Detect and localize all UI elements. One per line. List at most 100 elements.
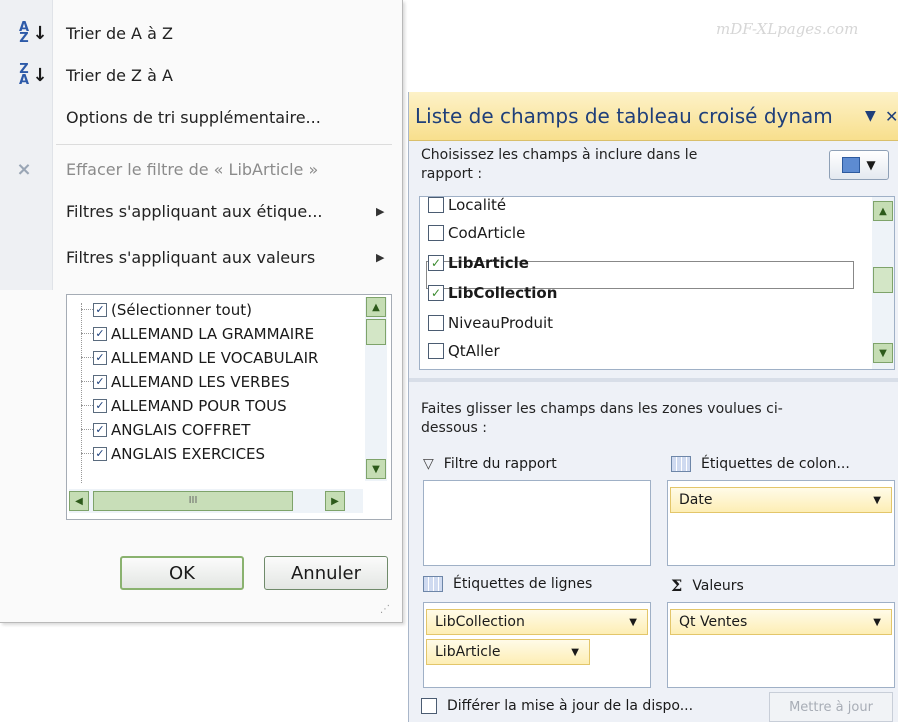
filter-item[interactable]: ✓ ANGLAIS EXERCICES [93, 443, 265, 465]
field-item-libarticle[interactable]: ✓ LibArticle [428, 249, 529, 277]
menu-item-label-filters[interactable]: Filtres s'appliquant aux étique... ▶ [0, 194, 400, 228]
pane-title-bar[interactable]: Liste de champs de tableau croisé dynam … [409, 92, 898, 141]
filter-item[interactable]: ✓ ALLEMAND POUR TOUS [93, 395, 287, 417]
filter-item-select-all[interactable]: ✓ (Sélectionner tout) [93, 299, 252, 321]
field-label: CodArticle [448, 224, 526, 242]
horizontal-scrollbar[interactable]: ◀ III ▶ [69, 489, 363, 513]
vertical-scrollbar[interactable]: ▲ ▼ [872, 197, 894, 369]
zone-field-qt-ventes[interactable]: Qt Ventes ▼ [670, 609, 892, 635]
values-zone[interactable]: Qt Ventes ▼ [667, 602, 895, 688]
checkbox-checked[interactable]: ✓ [93, 399, 107, 413]
columns-zone-header: Étiquettes de colon... [671, 456, 850, 472]
filter-value-list: ✓ (Sélectionner tout) ✓ ALLEMAND LA GRAMMA… [66, 294, 392, 520]
menu-item-clear-filter: ⨯ Effacer le filtre de « LibArticle » [0, 152, 400, 186]
menu-item-label: Options de tri supplémentaire... [66, 107, 321, 127]
filter-item[interactable]: ✓ ALLEMAND LE VOCABULAIR [93, 347, 318, 369]
zone-field-libcollection[interactable]: LibCollection ▼ [426, 609, 648, 635]
menu-item-sort-za[interactable]: ZA ↓ Trier de Z à A [0, 58, 400, 92]
filter-item[interactable]: ✓ ALLEMAND LA GRAMMAIRE [93, 323, 314, 345]
zone-field-label: Qt Ventes [679, 614, 748, 630]
field-label: NiveauProduit [448, 314, 554, 332]
filter-zone-header: ▽ Filtre du rapport [423, 456, 557, 472]
scroll-up-icon[interactable]: ▲ [366, 297, 386, 317]
pane-options-dropdown-icon[interactable]: ▼ [865, 108, 876, 124]
chevron-down-icon[interactable]: ▼ [629, 617, 637, 628]
defer-update-label: Différer la mise à jour de la dispo... [447, 698, 694, 714]
checkbox-checked[interactable]: ✓ [93, 423, 107, 437]
checkbox-checked[interactable]: ✓ [93, 447, 107, 461]
chevron-down-icon[interactable]: ▼ [873, 495, 881, 506]
zone-label: Étiquettes de colon... [701, 456, 850, 472]
values-zone-header: Σ Valeurs [671, 576, 744, 595]
scroll-left-icon[interactable]: ◀ [69, 491, 89, 511]
report-filter-zone[interactable] [423, 480, 651, 566]
sort-arrow-icon: ↓ [32, 22, 48, 44]
zone-field-date[interactable]: Date ▼ [670, 487, 892, 513]
scroll-thumb[interactable]: III [93, 491, 293, 511]
pane-splitter[interactable] [409, 378, 898, 382]
menu-separator [56, 144, 392, 145]
checkbox[interactable] [421, 698, 437, 714]
zone-field-label: Date [679, 492, 713, 508]
field-layout-button[interactable]: ▼ [829, 150, 889, 180]
field-label: LibCollection [448, 284, 558, 302]
sigma-icon: Σ [671, 576, 683, 595]
menu-item-label: Filtres s'appliquant aux étique... [66, 201, 323, 221]
checkbox[interactable] [428, 315, 444, 331]
checkbox-checked[interactable]: ✓ [93, 351, 107, 365]
tree-branch [81, 357, 93, 359]
scroll-right-icon[interactable]: ▶ [325, 491, 345, 511]
field-item-libcollection[interactable]: ✓ LibCollection [428, 279, 557, 307]
tree-branch [81, 309, 93, 311]
column-labels-zone[interactable]: Date ▼ [667, 480, 895, 566]
checkbox-checked[interactable]: ✓ [93, 327, 107, 341]
menu-item-sort-az[interactable]: AZ ↓ Trier de A à Z [0, 16, 400, 50]
defer-update-option[interactable]: Différer la mise à jour de la dispo... [421, 698, 693, 714]
chevron-down-icon[interactable]: ▼ [873, 617, 881, 628]
checkbox[interactable] [428, 225, 444, 241]
tree-branch [81, 405, 93, 407]
chevron-down-icon[interactable]: ▼ [571, 647, 579, 658]
zone-field-libarticle[interactable]: LibArticle ▼ [426, 639, 590, 665]
field-item-qtaller[interactable]: QtAller [428, 337, 500, 365]
scroll-down-icon[interactable]: ▼ [873, 343, 893, 363]
checkbox-checked[interactable]: ✓ [428, 255, 444, 271]
menu-item-label: Trier de Z à A [66, 65, 173, 85]
filter-item-label: ALLEMAND LES VERBES [111, 373, 290, 391]
field-item-localite[interactable]: Localité [428, 196, 507, 219]
field-label: Localité [448, 196, 507, 214]
vertical-scrollbar[interactable]: ▲ ▼ [365, 297, 387, 481]
menu-item-label: Trier de A à Z [66, 23, 173, 43]
ok-button[interactable]: OK [120, 556, 244, 590]
update-button: Mettre à jour [769, 692, 893, 722]
filter-item[interactable]: ✓ ALLEMAND LES VERBES [93, 371, 290, 393]
clear-filter-icon: ⨯ [16, 158, 32, 180]
checkbox[interactable] [428, 343, 444, 359]
menu-item-label: Filtres s'appliquant aux valeurs [66, 247, 316, 267]
filter-item-label: ALLEMAND POUR TOUS [111, 397, 287, 415]
scroll-thumb[interactable] [366, 319, 386, 345]
close-icon[interactable]: ✕ [885, 107, 898, 126]
checkbox-checked[interactable]: ✓ [428, 285, 444, 301]
filter-item[interactable]: ✓ ANGLAIS COFFRET [93, 419, 250, 441]
field-item-codarticle[interactable]: CodArticle [428, 219, 525, 247]
scroll-up-icon[interactable]: ▲ [873, 201, 893, 221]
row-labels-icon [423, 576, 443, 592]
filter-item-label: ALLEMAND LE VOCABULAIR [111, 349, 319, 367]
checkbox-checked[interactable]: ✓ [93, 303, 107, 317]
checkbox[interactable] [428, 197, 444, 213]
filter-item-label: ANGLAIS EXERCICES [111, 445, 266, 463]
menu-item-more-sort-options[interactable]: Options de tri supplémentaire... [0, 100, 400, 134]
scroll-down-icon[interactable]: ▼ [366, 459, 386, 479]
column-labels-icon [671, 456, 691, 472]
checkbox-checked[interactable]: ✓ [93, 375, 107, 389]
menu-item-value-filters[interactable]: Filtres s'appliquant aux valeurs ▶ [0, 240, 400, 274]
zone-label: Valeurs [692, 577, 744, 594]
resize-grip-icon[interactable]: ⋰ [380, 604, 390, 615]
row-labels-zone[interactable]: LibCollection ▼ LibArticle ▼ [423, 602, 651, 688]
pane-title: Liste de champs de tableau croisé dynam [415, 104, 833, 128]
field-item-niveauproduit[interactable]: NiveauProduit [428, 309, 553, 337]
scroll-thumb[interactable] [873, 267, 893, 293]
cancel-button[interactable]: Annuler [264, 556, 388, 590]
rows-zone-header: Étiquettes de lignes [423, 576, 592, 592]
